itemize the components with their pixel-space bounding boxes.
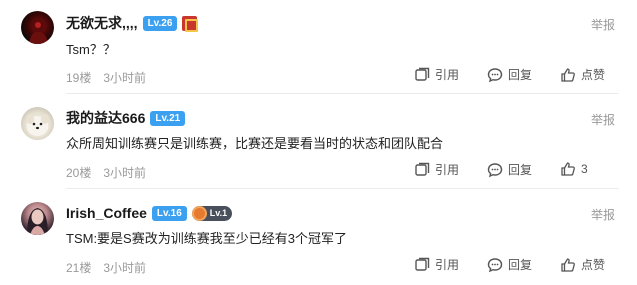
club-icon (191, 205, 207, 221)
reply-label: 回复 (508, 163, 533, 177)
username[interactable]: Irish_Coffee (66, 205, 147, 221)
comment-text: 众所周知训练赛只是训练赛，比赛还是要看当时的状态和团队配合 (66, 136, 444, 151)
speech-bubble-icon (487, 67, 503, 83)
like-button[interactable]: 点赞 (560, 66, 605, 83)
thumbs-up-icon (560, 257, 576, 273)
avatar[interactable] (21, 107, 54, 140)
club-level: Lv.1 (209, 208, 228, 218)
quote-label: 引用 (435, 68, 460, 82)
timestamp: 3小时前 (103, 71, 147, 85)
report-button[interactable]: 举报 (591, 16, 615, 33)
reply-button[interactable]: 回复 (487, 256, 532, 273)
timestamp: 3小时前 (103, 166, 147, 180)
level-badge: Lv.16 (151, 205, 187, 221)
reply-button[interactable]: 回复 (487, 66, 532, 83)
report-button[interactable]: 举报 (591, 111, 615, 128)
quote-button[interactable]: 引用 (414, 161, 459, 178)
red-medal-icon (182, 15, 199, 32)
comment-item: Irish_Coffee Lv.16 Lv.1 举报 TSM:要是S赛改为训练赛… (0, 190, 637, 285)
club-badge: Lv.1 (191, 205, 233, 221)
level-badge: Lv.26 (142, 15, 178, 31)
level-badge: Lv.21 (150, 110, 186, 126)
quote-label: 引用 (435, 163, 460, 177)
reply-button[interactable]: 回复 (487, 161, 532, 178)
report-button[interactable]: 举报 (591, 206, 615, 223)
quote-button[interactable]: 引用 (414, 256, 459, 273)
quote-icon (414, 67, 430, 83)
quote-button[interactable]: 引用 (414, 66, 459, 83)
quote-icon (414, 257, 430, 273)
comment-item: 无欲无求,,,, Lv.26 举报 Tsm？？ 19楼 3小时前 引用 回复 点… (0, 0, 637, 95)
divider (66, 93, 619, 94)
floor-number: 19楼 (66, 71, 92, 85)
like-button[interactable]: 点赞 (560, 256, 605, 273)
like-count: 3 (581, 162, 588, 176)
comment-text: TSM:要是S赛改为训练赛我至少已经有3个冠军了 (66, 231, 347, 246)
like-button[interactable]: 3 (560, 161, 588, 177)
thumbs-up-icon (560, 161, 576, 177)
floor-number: 21楼 (66, 261, 92, 275)
avatar[interactable] (21, 11, 54, 44)
quote-icon (414, 162, 430, 178)
speech-bubble-icon (487, 162, 503, 178)
reply-label: 回复 (508, 258, 533, 272)
username[interactable]: 我的益达666 (66, 108, 145, 128)
like-label: 点赞 (581, 258, 606, 272)
avatar[interactable] (21, 202, 54, 235)
speech-bubble-icon (487, 257, 503, 273)
timestamp: 3小时前 (103, 261, 147, 275)
quote-label: 引用 (435, 258, 460, 272)
comment-text: Tsm？？ (66, 42, 116, 57)
thumbs-up-icon (560, 67, 576, 83)
username[interactable]: 无欲无求,,,, (66, 13, 138, 33)
divider (66, 188, 619, 189)
like-label: 点赞 (581, 68, 606, 82)
comment-item: 我的益达666 Lv.21 举报 众所周知训练赛只是训练赛，比赛还是要看当时的状… (0, 95, 637, 190)
floor-number: 20楼 (66, 166, 92, 180)
reply-label: 回复 (508, 68, 533, 82)
